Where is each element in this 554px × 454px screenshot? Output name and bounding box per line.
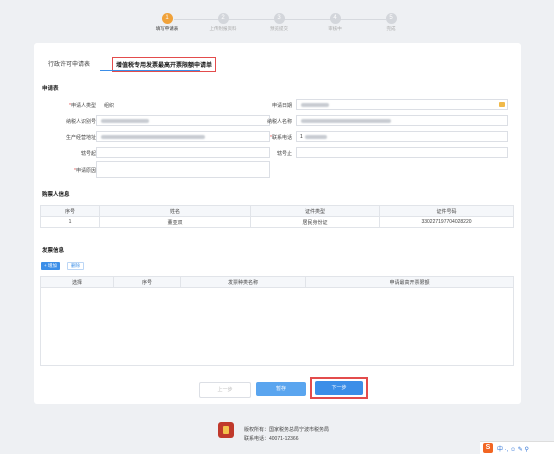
step-3-label: 预览提交 — [270, 26, 288, 31]
footer-phone: 联系电话：40071-12366 — [244, 436, 299, 442]
invoice-empty-body — [40, 287, 514, 366]
buyer-id-number-cell: 330227197704028220 — [379, 216, 514, 228]
phone-label: *联系电话 — [270, 135, 292, 141]
buyer-id-type-cell: 居民身份证 — [250, 216, 380, 228]
auth-from-label: 辖号起 — [80, 151, 96, 157]
invoice-table: 选择 序号 发票种类名称 申请最高开票限额 — [40, 276, 514, 366]
step-2-label: 上传附报资料 — [209, 26, 237, 31]
footer-copyright: 版权所有：国家税务总局宁波市税务局 — [244, 427, 330, 433]
step-3-number: 3 — [273, 13, 285, 24]
taxpayer-name-label: 纳税人名称 — [266, 119, 292, 125]
address-label: 生产经营地址 — [65, 135, 96, 141]
applicant-type-value: 组织 — [104, 103, 115, 109]
ime-status-icons[interactable]: 中 ·, ☺ ✎ ⚲ — [497, 444, 529, 453]
step-progress: 1 填写申请表 2 上传附报资料 3 预览提交 4 审核中 5 完成 — [0, 0, 554, 38]
buyer-col-id-type: 证件类型 — [250, 205, 380, 217]
invoice-col-index: 序号 — [113, 276, 181, 288]
buyer-col-name: 姓名 — [99, 205, 251, 217]
tab-admin-license[interactable]: 行政许可申请表 — [48, 59, 90, 68]
form-card: 行政许可申请表 增值税专用发票最高开票限额申请单 申请表 *申请人类型 组织 申… — [34, 43, 521, 404]
sogou-icon[interactable]: S — [483, 443, 493, 453]
auth-to-input[interactable] — [296, 147, 508, 158]
calendar-icon[interactable] — [499, 102, 505, 107]
ime-toolbar[interactable]: S 中 ·, ☺ ✎ ⚲ — [480, 441, 554, 454]
buyer-section-title: 购票人信息 — [42, 192, 70, 198]
buyer-table: 序号 姓名 证件类型 证件号码 1 董亚双 居民身份证 330227197704… — [40, 205, 514, 228]
step-1-number: 1 — [161, 13, 173, 24]
step-2-number: 2 — [217, 13, 229, 24]
step-3: 3 预览提交 — [259, 13, 299, 32]
step-4-number: 4 — [329, 13, 341, 24]
footer: 版权所有：国家税务总局宁波市税务局 联系电话：40071-12366 — [218, 420, 418, 446]
step-5: 5 完成 — [371, 13, 411, 32]
step-5-label: 完成 — [386, 26, 396, 31]
application-section-title: 申请表 — [42, 86, 59, 92]
tab-active-underline — [100, 70, 200, 71]
step-5-number: 5 — [385, 13, 397, 24]
table-row: 1 董亚双 居民身份证 330227197704028220 — [40, 216, 514, 228]
buyer-table-header: 序号 姓名 证件类型 证件号码 — [40, 205, 514, 217]
buyer-col-id-number: 证件号码 — [379, 205, 514, 217]
phone-input[interactable]: 1 — [296, 131, 508, 142]
invoice-table-header: 选择 序号 发票种类名称 申请最高开票限额 — [40, 276, 514, 288]
phone-value: 1 — [300, 134, 303, 140]
buyer-col-index: 序号 — [40, 205, 100, 217]
step-2: 2 上传附报资料 — [203, 13, 243, 32]
buyer-index-cell: 1 — [40, 216, 100, 228]
step-4-label: 审核中 — [328, 26, 342, 31]
applicant-type-label: *申请人类型 — [69, 103, 96, 109]
apply-date-label: 申请日期 — [271, 103, 292, 109]
invoice-col-type: 发票种类名称 — [180, 276, 306, 288]
apply-date-input[interactable] — [296, 99, 508, 110]
buyer-name-cell: 董亚双 — [99, 216, 251, 228]
invoice-col-select: 选择 — [40, 276, 114, 288]
next-button[interactable]: 下一步 — [315, 381, 363, 395]
delete-row-button[interactable]: 删除 — [67, 262, 84, 270]
invoice-col-limit: 申请最高开票限额 — [305, 276, 514, 288]
step-4: 4 审核中 — [315, 13, 355, 32]
save-button[interactable]: 暂存 — [256, 382, 306, 396]
step-1-label: 填写申请表 — [155, 26, 179, 31]
auth-to-label: 辖号止 — [276, 151, 292, 157]
taxpayer-name-input[interactable] — [296, 115, 508, 126]
step-1: 1 填写申请表 — [147, 13, 187, 32]
add-row-button[interactable]: + 增加 — [41, 262, 60, 270]
reason-textarea[interactable] — [96, 161, 270, 178]
prev-button[interactable]: 上一步 — [199, 382, 251, 398]
tax-emblem-icon — [218, 422, 234, 438]
invoice-section-title: 发票信息 — [42, 248, 65, 254]
reason-label: *申请原因 — [74, 168, 96, 174]
taxpayer-id-label: 纳税人识别号 — [65, 119, 96, 125]
next-button-highlight: 下一步 — [310, 377, 368, 399]
